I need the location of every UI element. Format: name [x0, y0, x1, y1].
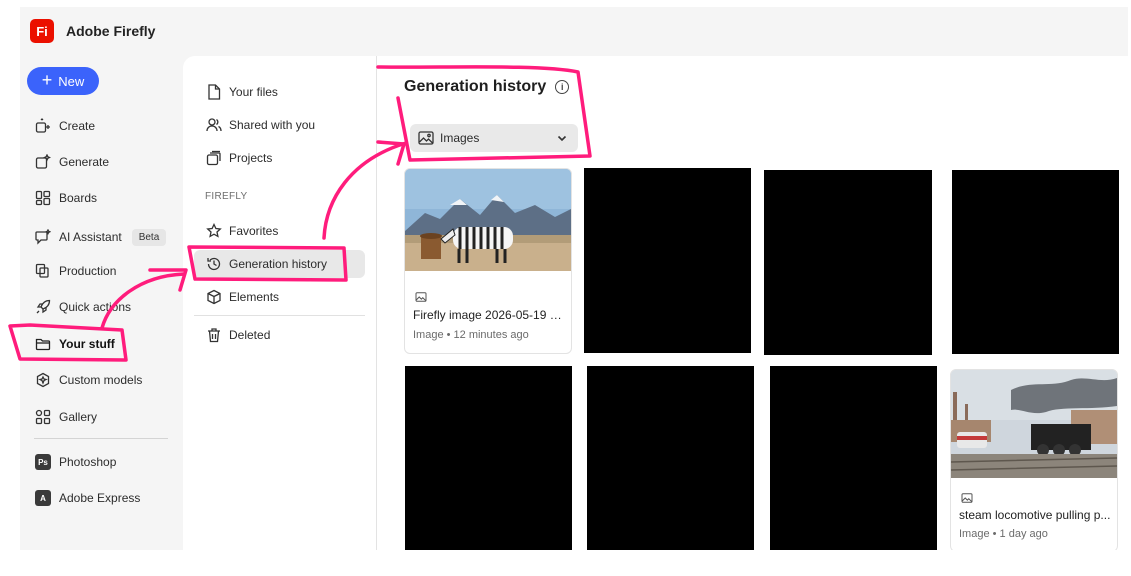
redacted-image-card[interactable]: [770, 366, 937, 550]
beta-badge: Beta: [131, 228, 167, 246]
rail-item-label: Custom models: [59, 373, 143, 387]
subnav-divider: [194, 315, 365, 316]
rail-item-label: Create: [59, 119, 96, 133]
subnav-item-deleted[interactable]: Deleted: [194, 321, 365, 349]
subnav-item-projects[interactable]: Projects: [194, 144, 365, 172]
subnav-item-label: Shared with you: [229, 118, 316, 132]
top-bar: Fi Adobe Firefly: [20, 7, 1128, 55]
rail-item-label: Generate: [59, 155, 110, 169]
rail-item-label: Photoshop: [59, 455, 117, 469]
new-button-label: New: [58, 73, 85, 89]
page-title-text: Generation history: [404, 78, 547, 95]
firefly-logo-icon[interactable]: Fi: [30, 19, 54, 43]
rail-item-create[interactable]: Create: [34, 113, 95, 139]
rail-item-label: Adobe Express: [59, 491, 141, 505]
redacted-image-card[interactable]: [584, 168, 751, 353]
subnav-item-elements[interactable]: Elements: [194, 283, 365, 311]
left-rail: + New Create Generate Boards AI Assistan…: [20, 55, 180, 550]
subnav-item-shared-with-you[interactable]: Shared with you: [194, 111, 365, 139]
photoshop-icon: Ps: [34, 453, 52, 471]
rail-item-label: Production: [59, 264, 117, 278]
new-button[interactable]: + New: [27, 67, 99, 95]
image-icon: [418, 131, 434, 145]
image-type-icon: [961, 490, 973, 508]
rail-item-your-stuff[interactable]: Your stuff: [34, 331, 115, 357]
redacted-image-card[interactable]: [952, 170, 1119, 354]
subnav-item-favorites[interactable]: Favorites: [194, 217, 365, 245]
projects-icon: [205, 149, 223, 167]
subnav-item-label: Deleted: [229, 328, 271, 342]
rail-item-adobe-express[interactable]: A Adobe Express: [34, 485, 140, 511]
card-title: steam locomotive pulling p...: [959, 508, 1111, 522]
image-card-locomotive[interactable]: steam locomotive pulling p... Image • 1 …: [950, 369, 1118, 550]
history-icon: [205, 255, 223, 273]
page-title: Generation history i: [404, 78, 570, 96]
rail-item-ai-assistant[interactable]: AI Assistant Beta: [34, 224, 167, 250]
cube-icon: [205, 288, 223, 306]
rail-item-custom-models[interactable]: Custom models: [34, 367, 142, 393]
subnav-item-label: Elements: [229, 290, 280, 304]
card-meta: Image • 12 minutes ago: [413, 329, 529, 341]
firefly-section-heading: FIREFLY: [205, 191, 248, 202]
gallery-icon: [34, 408, 52, 426]
app-window: Fi Adobe Firefly + New Create Generate B…: [20, 7, 1128, 550]
asset-type-dropdown[interactable]: Images: [410, 124, 578, 152]
rocket-icon: [34, 298, 52, 316]
adobe-express-icon: A: [34, 489, 52, 507]
subnav-item-label: Projects: [229, 151, 273, 165]
rail-item-label: Your stuff: [59, 337, 115, 351]
subnav-item-label: Generation history: [229, 257, 328, 271]
card-meta: Image • 1 day ago: [959, 528, 1048, 540]
rail-item-generate[interactable]: Generate: [34, 149, 109, 175]
production-icon: [34, 262, 52, 280]
subnav-item-label: Favorites: [229, 224, 279, 238]
image-card-zebra[interactable]: Firefly image 2026-05-19 21... Image • 1…: [404, 168, 572, 354]
redacted-image-card[interactable]: [764, 170, 932, 355]
shared-icon: [205, 116, 223, 134]
redacted-image-card[interactable]: [587, 366, 754, 550]
zebra-thumbnail: [405, 169, 571, 271]
rail-item-label: Gallery: [59, 410, 98, 424]
rail-item-label: Boards: [59, 191, 98, 205]
image-type-icon: [415, 289, 427, 307]
subnav-item-generation-history[interactable]: Generation history: [194, 250, 365, 278]
content-area: Generation history i Images Firefly imag…: [376, 56, 1128, 550]
app-name: Adobe Firefly: [66, 23, 156, 39]
create-icon: [34, 117, 52, 135]
rail-divider: [34, 438, 168, 439]
info-icon[interactable]: i: [555, 80, 570, 94]
your-stuff-subnav: Your files Shared with you Projects FIRE…: [183, 56, 377, 550]
subnav-item-label: Your files: [229, 85, 278, 99]
rail-item-production[interactable]: Production: [34, 258, 116, 284]
rail-item-label: AI Assistant: [59, 230, 122, 244]
rail-item-quick-actions[interactable]: Quick actions: [34, 294, 131, 320]
chevron-down-icon: [556, 132, 568, 147]
main-panel: Your files Shared with you Projects FIRE…: [183, 56, 1128, 550]
generate-icon: [34, 153, 52, 171]
file-icon: [205, 83, 223, 101]
folder-icon: [34, 335, 52, 353]
custom-models-icon: [34, 371, 52, 389]
ai-assistant-icon: [34, 228, 52, 246]
star-icon: [205, 222, 223, 240]
rail-item-label: Quick actions: [59, 300, 132, 314]
redacted-image-card[interactable]: [405, 366, 572, 550]
trash-icon: [205, 326, 223, 344]
plus-icon: +: [41, 70, 53, 90]
rail-item-photoshop[interactable]: Ps Photoshop: [34, 449, 116, 475]
dropdown-value: Images: [440, 131, 480, 145]
subnav-item-your-files[interactable]: Your files: [194, 78, 365, 106]
rail-item-gallery[interactable]: Gallery: [34, 404, 97, 430]
card-title: Firefly image 2026-05-19 21...: [413, 308, 563, 322]
boards-icon: [34, 189, 52, 207]
rail-item-boards[interactable]: Boards: [34, 185, 97, 211]
locomotive-thumbnail: [951, 370, 1117, 478]
